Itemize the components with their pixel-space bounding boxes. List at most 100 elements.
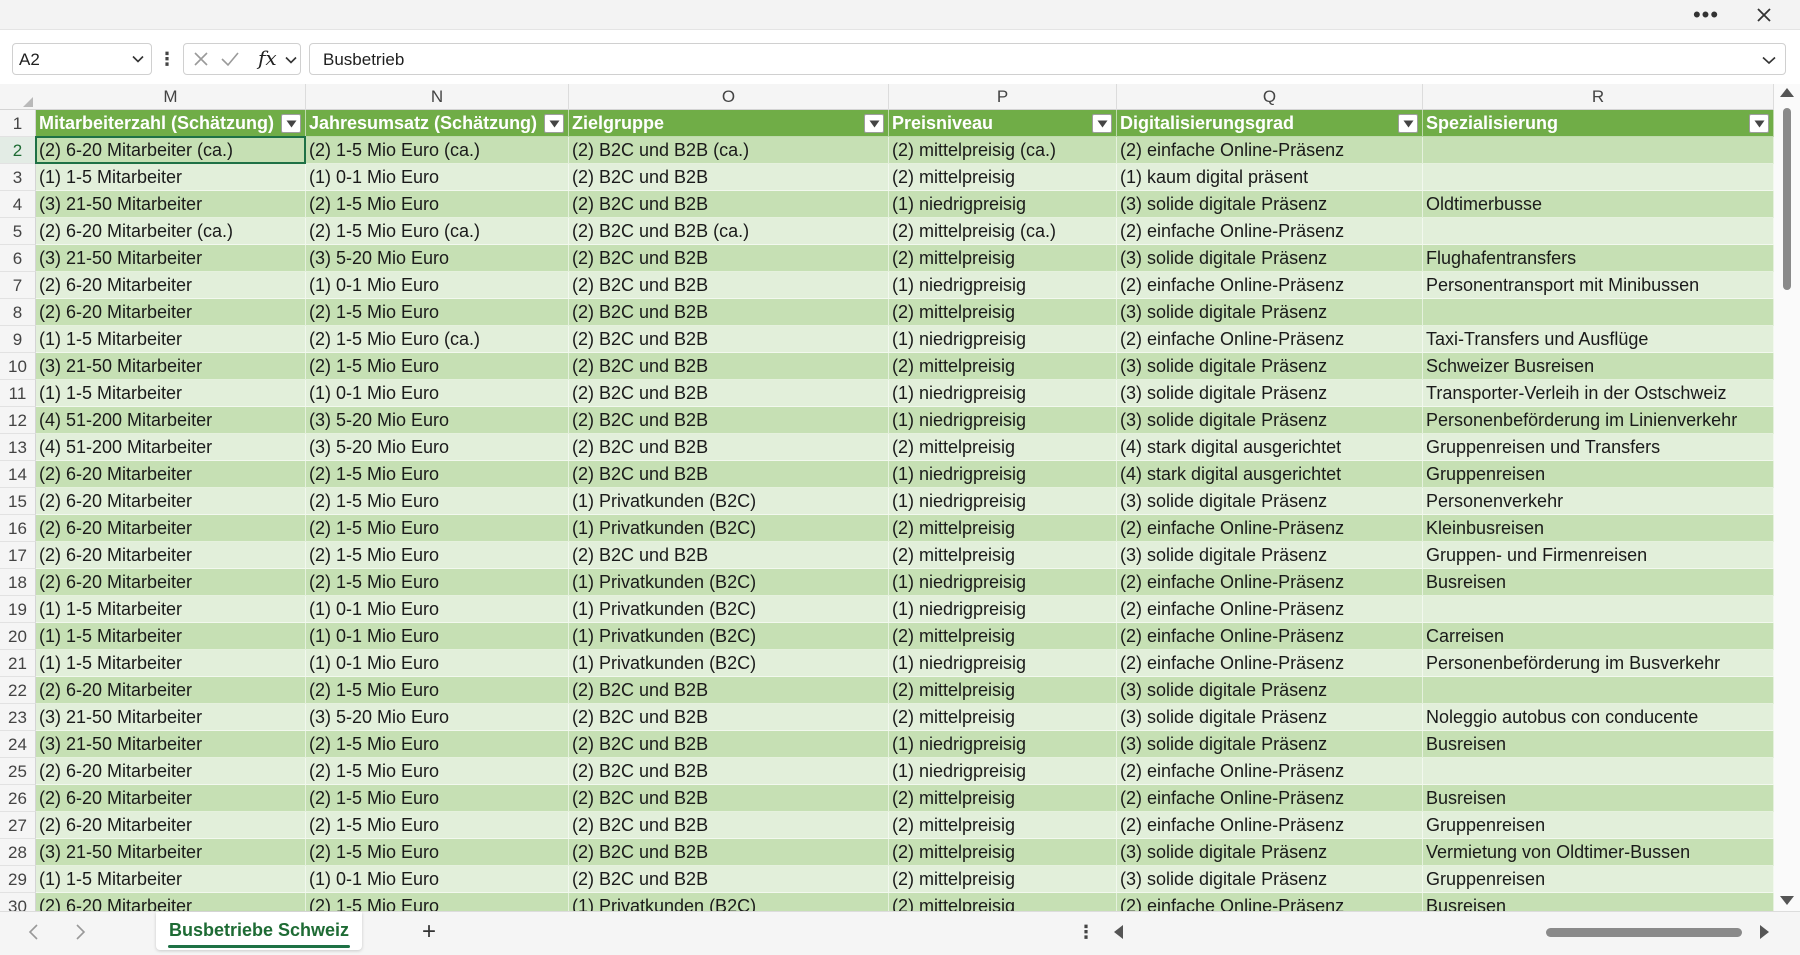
table-cell[interactable]: (2) B2C und B2B [569,704,889,731]
table-cell[interactable]: (2) einfache Online-Präsenz [1117,596,1423,623]
table-cell[interactable] [1423,164,1774,191]
table-cell[interactable]: (1) niedrigpreisig [889,758,1117,785]
scroll-left-icon[interactable] [1114,925,1123,939]
table-cell[interactable]: (2) einfache Online-Präsenz [1117,623,1423,650]
table-cell[interactable]: (2) 1-5 Mio Euro [306,893,569,911]
chevron-down-icon[interactable] [284,53,298,72]
table-cell[interactable]: (2) einfache Online-Präsenz [1117,812,1423,839]
table-cell[interactable]: Noleggio autobus con conducente [1423,704,1774,731]
table-cell[interactable]: (1) niedrigpreisig [889,569,1117,596]
table-cell[interactable]: (2) 6-20 Mitarbeiter [36,812,306,839]
filter-dropdown-icon[interactable] [1092,114,1112,133]
table-cell[interactable]: (3) 5-20 Mio Euro [306,245,569,272]
table-cell[interactable]: (1) 1-5 Mitarbeiter [36,164,306,191]
table-cell[interactable]: (2) 1-5 Mio Euro [306,677,569,704]
table-cell[interactable]: (2) 1-5 Mio Euro [306,191,569,218]
cancel-icon[interactable] [192,50,210,73]
row-number[interactable]: 14 [0,461,36,488]
row-number[interactable]: 19 [0,596,36,623]
table-cell[interactable]: (2) B2C und B2B [569,812,889,839]
insert-function-icon[interactable]: fx [258,46,277,70]
table-cell[interactable]: (2) einfache Online-Präsenz [1117,515,1423,542]
row-number[interactable]: 15 [0,488,36,515]
table-cell[interactable]: Transporter-Verleih in der Ostschweiz [1423,380,1774,407]
table-cell[interactable]: Vermietung von Oldtimer-Bussen [1423,839,1774,866]
table-cell[interactable]: (2) B2C und B2B [569,758,889,785]
table-cell[interactable]: Busreisen [1423,569,1774,596]
table-cell[interactable]: (3) solide digitale Präsenz [1117,677,1423,704]
table-cell[interactable]: (2) 6-20 Mitarbeiter [36,542,306,569]
table-cell[interactable]: (1) 0-1 Mio Euro [306,272,569,299]
row-number[interactable]: 24 [0,731,36,758]
table-cell[interactable]: (1) niedrigpreisig [889,461,1117,488]
table-cell[interactable]: (2) mittelpreisig [889,812,1117,839]
table-cell[interactable]: Kleinbusreisen [1423,515,1774,542]
row-number[interactable]: 1 [0,110,36,137]
table-cell[interactable]: (3) 21-50 Mitarbeiter [36,353,306,380]
table-cell[interactable]: (4) stark digital ausgerichtet [1117,434,1423,461]
row-number[interactable]: 8 [0,299,36,326]
scroll-down-icon[interactable] [1780,896,1794,905]
table-cell[interactable]: (2) 1-5 Mio Euro (ca.) [306,218,569,245]
table-cell[interactable]: (3) 21-50 Mitarbeiter [36,704,306,731]
table-cell[interactable]: (2) 6-20 Mitarbeiter [36,677,306,704]
table-cell[interactable]: Personentransport mit Minibussen [1423,272,1774,299]
table-cell[interactable]: (2) 1-5 Mio Euro [306,785,569,812]
table-cell[interactable]: Carreisen [1423,623,1774,650]
table-cell[interactable]: (3) solide digitale Präsenz [1117,353,1423,380]
table-cell[interactable]: (2) B2C und B2B [569,866,889,893]
table-cell[interactable]: (1) niedrigpreisig [889,407,1117,434]
table-cell[interactable]: (3) 5-20 Mio Euro [306,407,569,434]
table-cell[interactable]: (2) mittelpreisig [889,515,1117,542]
table-cell[interactable]: (2) mittelpreisig [889,677,1117,704]
table-cell[interactable]: (2) B2C und B2B [569,272,889,299]
table-cell[interactable] [1423,299,1774,326]
checkmark-icon[interactable] [220,50,240,73]
row-number[interactable]: 25 [0,758,36,785]
table-cell[interactable]: (3) solide digitale Präsenz [1117,866,1423,893]
row-number[interactable]: 11 [0,380,36,407]
table-cell[interactable]: (2) mittelpreisig [889,866,1117,893]
row-number[interactable]: 10 [0,353,36,380]
table-cell[interactable] [1423,596,1774,623]
table-cell[interactable]: (1) 1-5 Mitarbeiter [36,650,306,677]
chevron-down-icon[interactable] [131,52,145,71]
table-cell[interactable] [1423,758,1774,785]
table-cell[interactable]: (2) B2C und B2B [569,677,889,704]
table-cell[interactable]: (2) 6-20 Mitarbeiter [36,758,306,785]
table-cell[interactable]: (2) mittelpreisig [889,893,1117,911]
table-cell[interactable]: Gruppenreisen [1423,812,1774,839]
table-cell[interactable]: (2) 1-5 Mio Euro (ca.) [306,326,569,353]
table-cell[interactable]: (2) 6-20 Mitarbeiter [36,272,306,299]
table-cell[interactable] [1423,218,1774,245]
table-cell[interactable]: (2) mittelpreisig [889,704,1117,731]
table-cell[interactable]: (2) 1-5 Mio Euro [306,542,569,569]
table-cell[interactable]: Busreisen [1423,785,1774,812]
table-cell[interactable]: (2) B2C und B2B [569,245,889,272]
filter-dropdown-icon[interactable] [1398,114,1418,133]
table-cell[interactable]: (3) solide digitale Präsenz [1117,731,1423,758]
table-cell[interactable]: (3) solide digitale Präsenz [1117,191,1423,218]
table-cell[interactable]: Gruppenreisen und Transfers [1423,434,1774,461]
row-number[interactable]: 17 [0,542,36,569]
table-cell[interactable]: Gruppen- und Firmenreisen [1423,542,1774,569]
table-cell[interactable]: (2) B2C und B2B [569,731,889,758]
table-cell[interactable]: (2) einfache Online-Präsenz [1117,272,1423,299]
table-cell[interactable]: (1) Privatkunden (B2C) [569,596,889,623]
table-cell[interactable]: Gruppenreisen [1423,866,1774,893]
vertical-scroll-thumb[interactable] [1783,108,1791,290]
table-cell[interactable]: (2) B2C und B2B [569,326,889,353]
table-cell[interactable]: Personenbeförderung im Busverkehr [1423,650,1774,677]
table-cell[interactable]: (1) Privatkunden (B2C) [569,893,889,911]
table-cell[interactable]: (1) Privatkunden (B2C) [569,569,889,596]
table-header-cell[interactable]: Mitarbeiterzahl (Schätzung) [36,110,306,137]
table-cell[interactable]: (1) 0-1 Mio Euro [306,164,569,191]
table-cell[interactable]: (2) mittelpreisig [889,785,1117,812]
table-cell[interactable]: (2) B2C und B2B [569,164,889,191]
row-number[interactable]: 12 [0,407,36,434]
table-cell[interactable]: (2) einfache Online-Präsenz [1117,893,1423,911]
table-cell[interactable]: (2) mittelpreisig [889,623,1117,650]
table-cell[interactable]: (2) einfache Online-Präsenz [1117,218,1423,245]
table-cell[interactable]: (2) B2C und B2B [569,785,889,812]
filter-dropdown-icon[interactable] [544,114,564,133]
